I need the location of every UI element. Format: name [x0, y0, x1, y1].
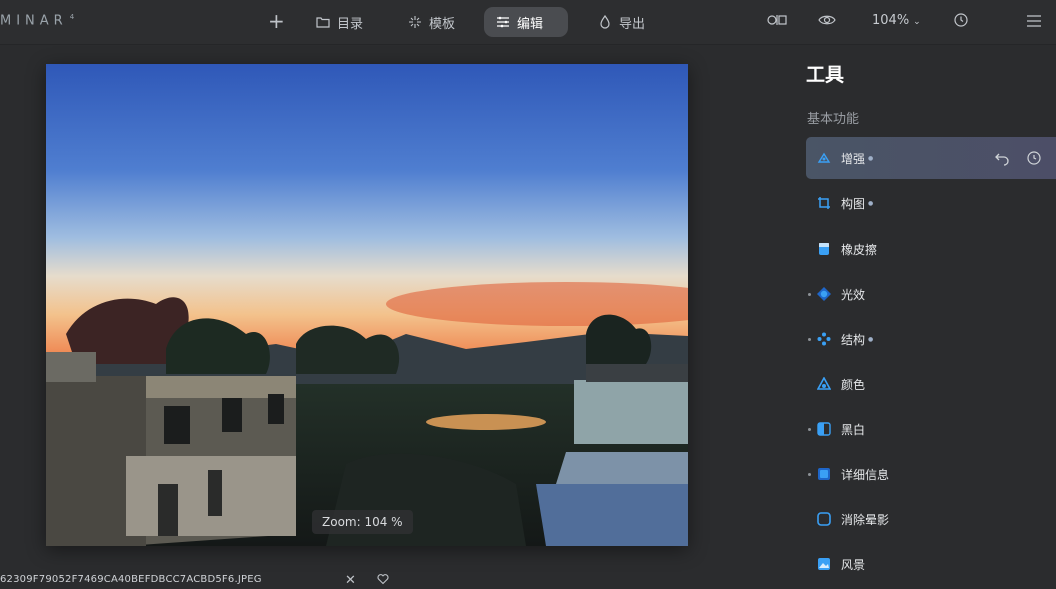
close-icon[interactable]: ✕	[345, 573, 356, 588]
eye-icon[interactable]	[818, 12, 836, 28]
sliders-icon	[497, 16, 509, 28]
bw-icon	[817, 422, 831, 436]
undo-icon[interactable]	[994, 150, 1010, 166]
history-icon[interactable]	[953, 12, 969, 28]
zoom-dropdown[interactable]: 104% ⌄	[872, 13, 921, 28]
more-icon[interactable]	[1026, 14, 1042, 28]
reset-icon[interactable]	[1026, 150, 1042, 166]
sparkle-icon	[409, 16, 421, 28]
folder-icon	[316, 17, 330, 28]
zoom-indicator: Zoom: 104 %	[312, 510, 413, 534]
tool-color[interactable]: 颜色	[806, 363, 1056, 405]
light-icon	[817, 287, 831, 301]
tab-catalog[interactable]: 目录	[304, 7, 375, 37]
details-icon	[817, 467, 831, 481]
tools-panel: 工具 基本功能 增强 ● 构图 ● 橡皮擦 光效 结构 ● 颜色 黑白 详细信息…	[790, 44, 1056, 589]
tab-edit[interactable]: 编辑	[484, 7, 568, 37]
tool-bw[interactable]: 黑白	[806, 408, 1056, 450]
photo-canvas[interactable]	[46, 64, 688, 546]
before-after-icon[interactable]	[766, 12, 788, 28]
heart-icon[interactable]	[377, 573, 389, 585]
app-logo: MINAR 4	[0, 13, 75, 29]
top-toolbar: MINAR 4 + 目录 模板 编辑 导出 104% ⌄	[0, 0, 1056, 45]
tool-landscape[interactable]: 风景	[806, 543, 1056, 585]
eraser-icon	[817, 242, 831, 256]
tool-crop[interactable]: 构图 ●	[806, 182, 1056, 224]
chevron-down-icon: ⌄	[913, 17, 921, 27]
tool-eraser[interactable]: 橡皮擦	[806, 228, 1056, 270]
add-button[interactable]: +	[268, 9, 285, 33]
tool-light[interactable]: 光效	[806, 273, 1056, 315]
tool-vignette[interactable]: 消除晕影	[806, 498, 1056, 540]
tool-structure[interactable]: 结构 ●	[806, 318, 1056, 360]
structure-icon	[817, 332, 831, 346]
filename-label: 62309F79052F7469CA40BEFDBCC7ACBD5F6.JPEG	[0, 574, 262, 585]
landscape-photo	[46, 64, 688, 546]
export-drop-icon	[600, 15, 610, 29]
tool-enhance[interactable]: 增强 ●	[806, 137, 1056, 179]
tab-template[interactable]: 模板	[396, 7, 467, 37]
tab-export[interactable]: 导出	[586, 7, 657, 37]
tool-details[interactable]: 详细信息	[806, 453, 1056, 495]
color-icon	[817, 377, 831, 391]
vignette-icon	[817, 512, 831, 526]
crop-icon	[817, 196, 831, 210]
section-label: 基本功能	[807, 112, 860, 127]
panel-title: 工具	[806, 64, 845, 86]
enhance-icon	[817, 151, 831, 165]
landscape-icon	[817, 557, 831, 571]
